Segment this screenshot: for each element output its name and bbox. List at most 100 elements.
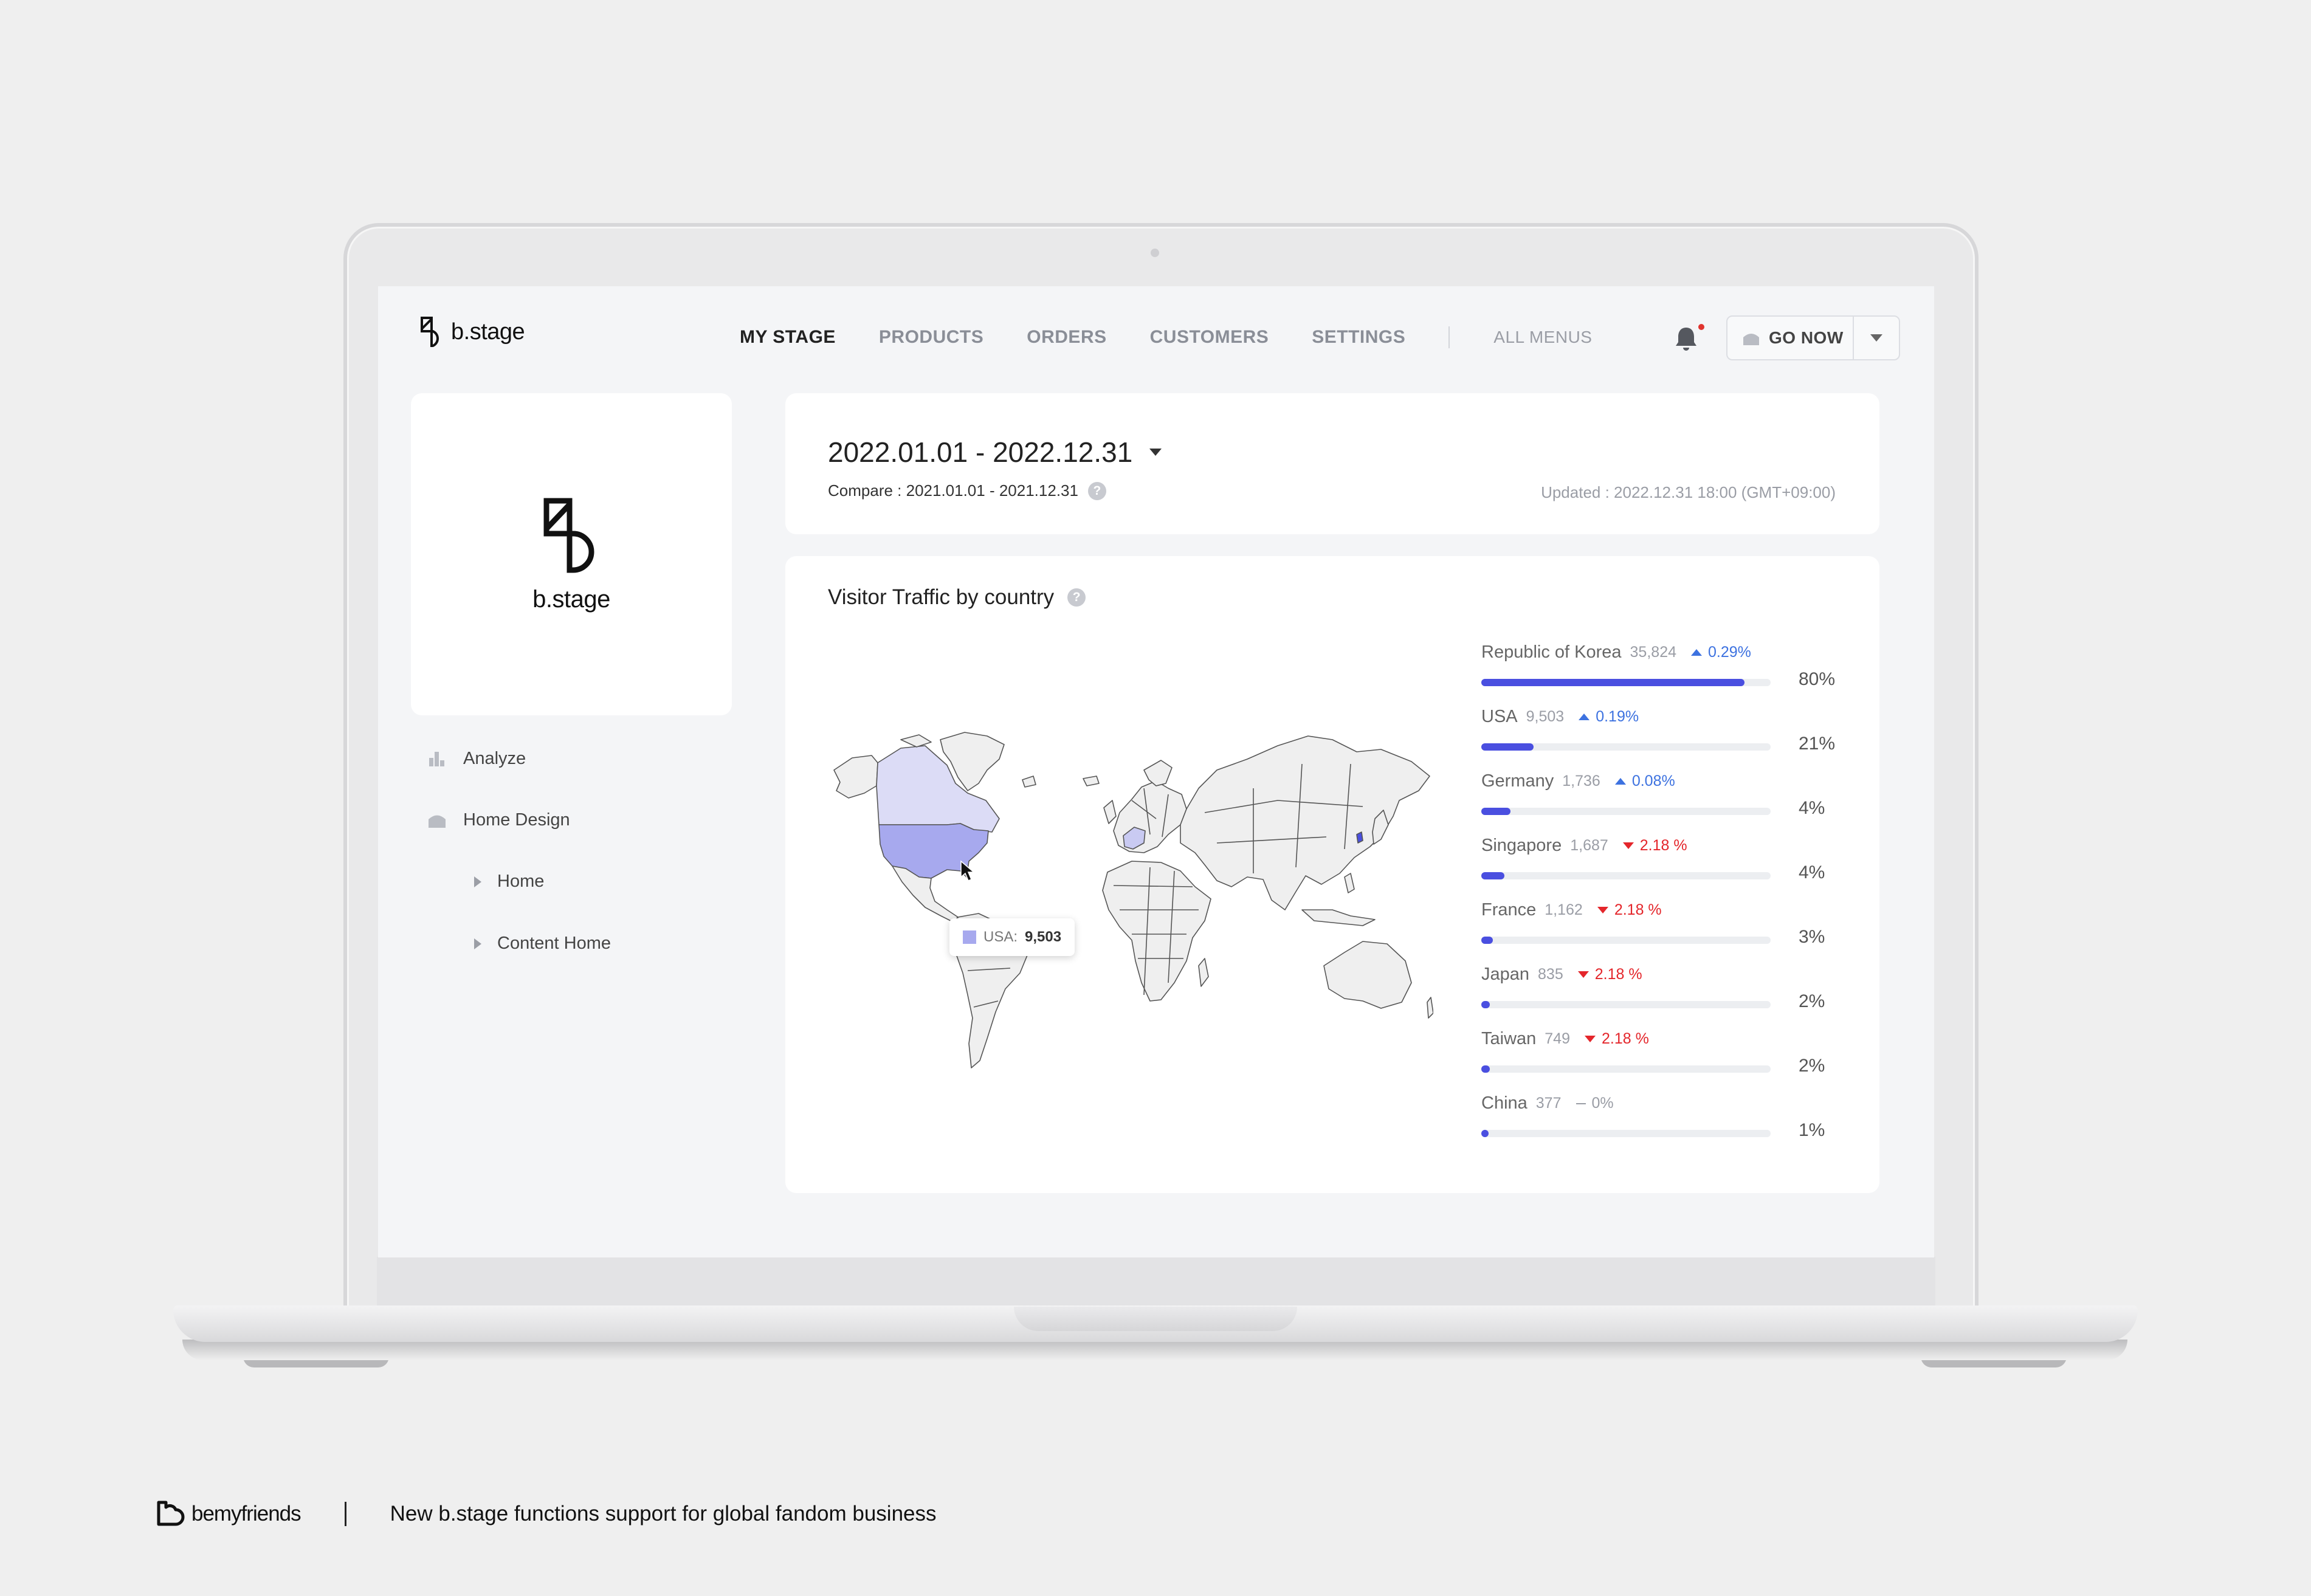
nav-customers[interactable]: CUSTOMERS bbox=[1150, 327, 1269, 348]
visitor-traffic-card: Visitor Traffic by country ? USA: 9,503 … bbox=[785, 556, 1879, 1193]
world-map[interactable] bbox=[828, 727, 1433, 1070]
compare-range: Compare : 2021.01.01 - 2021.12.31 ? bbox=[828, 481, 1106, 500]
country-share-percent: 4% bbox=[1799, 798, 1825, 818]
go-now-caret-button[interactable] bbox=[1854, 334, 1899, 342]
map-alaska bbox=[833, 755, 878, 799]
country-name: Republic of Korea bbox=[1481, 642, 1622, 662]
country-visitor-count: 1,736 bbox=[1562, 772, 1600, 789]
chevron-down-icon bbox=[1149, 449, 1162, 456]
country-name: Japan bbox=[1481, 965, 1530, 984]
caption-divider bbox=[344, 1502, 346, 1526]
map-philippines bbox=[1344, 873, 1355, 893]
go-now-button[interactable]: GO NOW bbox=[1727, 328, 1853, 348]
map-africa bbox=[1102, 861, 1211, 1002]
country-share-percent: 3% bbox=[1799, 927, 1825, 947]
app-logo-text: b.stage bbox=[451, 318, 525, 345]
map-madagascar bbox=[1198, 958, 1209, 987]
nav-products[interactable]: PRODUCTS bbox=[879, 327, 983, 348]
country-share-bar-fill bbox=[1481, 1065, 1490, 1073]
country-change: 2.18 % bbox=[1622, 837, 1687, 855]
country-share-bar-fill bbox=[1481, 1001, 1490, 1008]
country-stat-row: Taiwan 749 2.18 % 2% bbox=[1481, 1029, 1846, 1084]
sidebar-item-analyze[interactable]: Analyze bbox=[427, 748, 526, 769]
country-change-value: 0% bbox=[1591, 1095, 1614, 1112]
sidebar-item-home-design[interactable]: Home Design bbox=[427, 810, 570, 830]
brand-card: b.stage bbox=[411, 393, 732, 715]
laptop-notch bbox=[1014, 1307, 1297, 1331]
footer-caption: bemyfriends New b.stage functions suppor… bbox=[155, 1500, 937, 1528]
country-share-bar bbox=[1481, 679, 1771, 686]
map-uk bbox=[1103, 800, 1117, 824]
country-change-value: 0.19% bbox=[1596, 708, 1639, 725]
country-change-value: 2.18 % bbox=[1594, 966, 1642, 983]
help-icon[interactable]: ? bbox=[1087, 481, 1106, 500]
map-scandinavia bbox=[1143, 760, 1173, 786]
country-change: 2.18 % bbox=[1577, 966, 1642, 983]
country-name: China bbox=[1481, 1093, 1527, 1113]
country-name: Singapore bbox=[1481, 836, 1562, 855]
country-share-percent: 4% bbox=[1799, 862, 1825, 882]
sidebar-item-label: Home Design bbox=[463, 810, 570, 830]
country-stat-header: Republic of Korea 35,824 0.29% bbox=[1481, 642, 1846, 662]
country-stat-header: USA 9,503 0.19% bbox=[1481, 707, 1846, 727]
nav-my-stage[interactable]: MY STAGE bbox=[740, 327, 836, 348]
map-korea bbox=[1356, 831, 1363, 844]
country-name: Germany bbox=[1481, 771, 1554, 791]
country-stat-header: China 377 0% bbox=[1481, 1093, 1846, 1113]
map-tooltip: USA: 9,503 bbox=[949, 918, 1075, 956]
country-change: 0.08% bbox=[1614, 772, 1675, 790]
notification-bell-icon[interactable] bbox=[1673, 324, 1700, 352]
country-share-percent: 21% bbox=[1799, 734, 1836, 754]
sidebar-item-label: Content Home bbox=[497, 934, 611, 953]
sidebar-item-label: Analyze bbox=[463, 748, 526, 768]
country-visitor-count: 1,162 bbox=[1545, 901, 1583, 918]
main-nav: MY STAGE PRODUCTS ORDERS CUSTOMERS SETTI… bbox=[740, 326, 1592, 348]
country-visitor-count: 377 bbox=[1535, 1095, 1562, 1112]
map-indonesia bbox=[1301, 909, 1376, 926]
sidebar-subitem-content-home[interactable]: Content Home bbox=[474, 934, 611, 954]
arrow-up-icon bbox=[1579, 714, 1590, 720]
country-stat-row: Japan 835 2.18 % 2% bbox=[1481, 965, 1846, 1019]
bstage-brand-logo-icon bbox=[543, 498, 594, 573]
country-change-value: 0.29% bbox=[1708, 644, 1751, 661]
country-share-bar-fill bbox=[1481, 679, 1744, 686]
country-share-bar bbox=[1481, 1001, 1771, 1008]
traffic-title-text: Visitor Traffic by country bbox=[828, 585, 1055, 609]
arrow-down-icon bbox=[1622, 842, 1634, 849]
caret-right-icon bbox=[474, 876, 481, 887]
nav-orders[interactable]: ORDERS bbox=[1027, 327, 1106, 348]
country-stat-row: China 377 0% 1% bbox=[1481, 1093, 1846, 1148]
nav-all-menus[interactable]: ALL MENUS bbox=[1493, 328, 1592, 347]
bemyfriends-logo: bemyfriends bbox=[155, 1500, 301, 1528]
country-share-percent: 80% bbox=[1799, 669, 1836, 689]
app-logo[interactable]: b.stage bbox=[419, 315, 525, 348]
country-change: 0.19% bbox=[1579, 708, 1639, 726]
nav-settings[interactable]: SETTINGS bbox=[1312, 327, 1405, 348]
country-change-value: 2.18 % bbox=[1614, 901, 1662, 918]
country-change: 2.18 % bbox=[1585, 1030, 1649, 1048]
country-share-percent: 1% bbox=[1799, 1120, 1825, 1140]
country-stat-header: Taiwan 749 2.18 % bbox=[1481, 1029, 1846, 1049]
bemyfriends-logo-text: bemyfriends bbox=[191, 1502, 301, 1525]
country-share-bar bbox=[1481, 1130, 1771, 1137]
country-stat-row: Republic of Korea 35,824 0.29% 80% bbox=[1481, 642, 1846, 697]
country-name: Taiwan bbox=[1481, 1029, 1537, 1048]
traffic-title: Visitor Traffic by country ? bbox=[828, 585, 1086, 610]
sidebar-subitem-home[interactable]: Home bbox=[474, 872, 544, 892]
map-australia bbox=[1323, 941, 1412, 1009]
country-share-bar-fill bbox=[1481, 1130, 1489, 1137]
country-name: France bbox=[1481, 900, 1537, 920]
compare-range-text: Compare : 2021.01.01 - 2021.12.31 bbox=[828, 481, 1078, 500]
country-share-bar bbox=[1481, 1065, 1771, 1073]
tooltip-swatch bbox=[963, 930, 976, 944]
country-stat-row: USA 9,503 0.19% 21% bbox=[1481, 707, 1846, 762]
date-range-selector[interactable]: 2022.01.01 - 2022.12.31 bbox=[828, 436, 1162, 469]
country-stat-header: Germany 1,736 0.08% bbox=[1481, 771, 1846, 791]
country-visitor-count: 1,687 bbox=[1570, 837, 1608, 854]
country-change-value: 0.08% bbox=[1631, 772, 1675, 789]
go-now-dropdown: GO NOW bbox=[1726, 315, 1900, 360]
help-icon[interactable]: ? bbox=[1067, 588, 1086, 607]
map-iceland bbox=[1083, 776, 1100, 786]
country-change-value: 2.18 % bbox=[1639, 837, 1687, 854]
caret-right-icon bbox=[474, 938, 481, 949]
